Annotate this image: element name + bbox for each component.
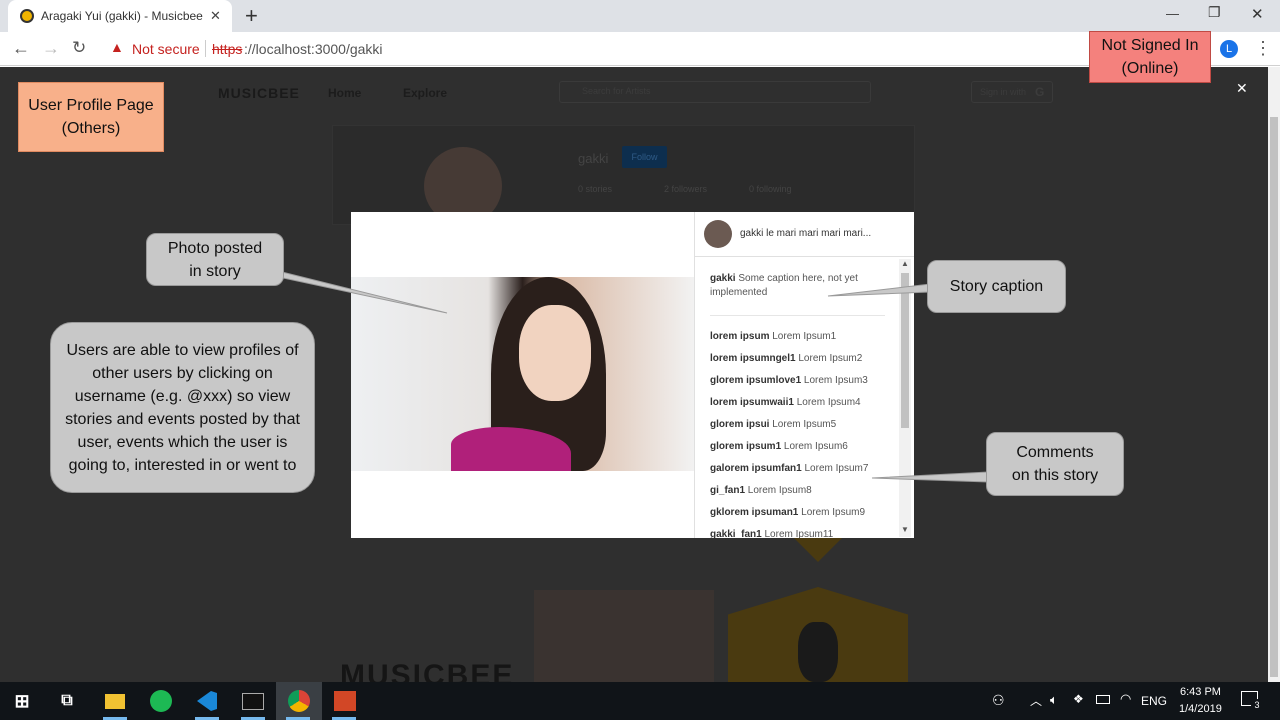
pointer-caption xyxy=(827,283,931,297)
dropbox-icon[interactable]: ❖ xyxy=(1073,692,1084,706)
battery-icon[interactable] xyxy=(1096,695,1110,704)
callout-description: Users are able to view profiles of other… xyxy=(50,322,315,493)
language-indicator[interactable]: ENG xyxy=(1141,694,1167,708)
callout-comments: Comments on this story xyxy=(986,432,1124,496)
vscode-icon[interactable] xyxy=(192,686,222,716)
callout-caption: Story caption xyxy=(927,260,1066,313)
powerpoint-icon[interactable] xyxy=(330,686,360,716)
people-icon[interactable]: ⚇ xyxy=(992,692,1005,709)
notification-count: 3 xyxy=(1251,699,1263,711)
chrome-icon[interactable] xyxy=(284,686,314,716)
pointer-comments xyxy=(871,471,989,483)
callout-page-type: User Profile Page (Others) xyxy=(18,82,164,152)
callout-photo: Photo posted in story xyxy=(146,233,284,286)
volume-icon[interactable]: 🔈︎ xyxy=(1050,692,1058,708)
terminal-icon[interactable] xyxy=(238,686,268,716)
clock-time[interactable]: 6:43 PM xyxy=(1180,686,1221,698)
callout-signin-state: Not Signed In (Online) xyxy=(1089,31,1211,83)
wifi-icon[interactable]: ◠ xyxy=(1120,691,1131,707)
taskbar: ⊞ ⧉ ⚇ ︿ 🔈︎ ❖ ◠ ENG 6:43 PM 1/4/2019 3 xyxy=(0,682,1280,720)
spotify-icon[interactable] xyxy=(146,686,176,716)
windows-start-icon[interactable]: ⊞ xyxy=(7,686,37,716)
task-view-icon[interactable]: ⧉ xyxy=(52,686,82,716)
chevron-up-icon[interactable]: ︿ xyxy=(1030,692,1042,709)
file-explorer-icon[interactable] xyxy=(100,686,130,716)
clock-date[interactable]: 1/4/2019 xyxy=(1179,703,1222,715)
